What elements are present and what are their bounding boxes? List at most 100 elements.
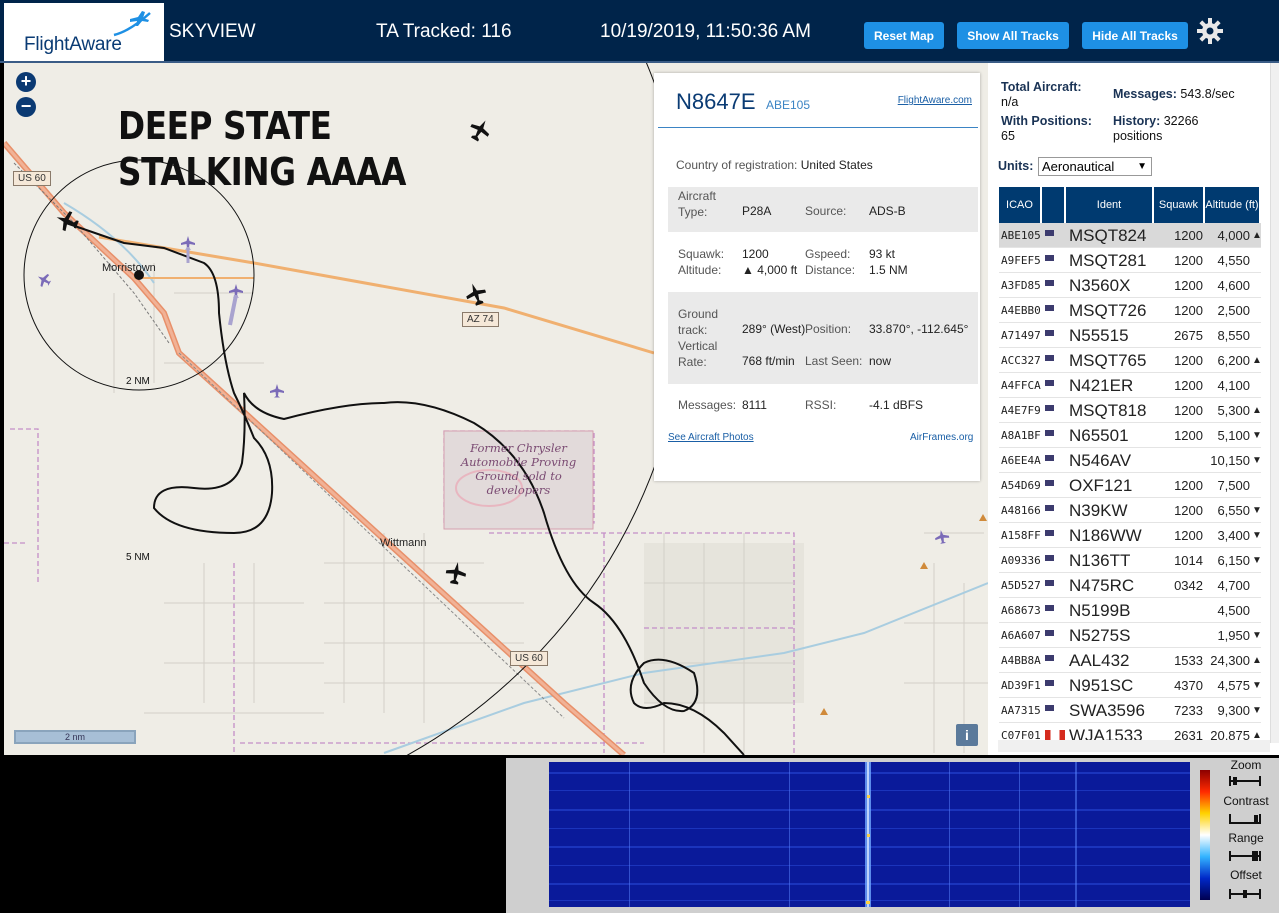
hide-all-tracks-button[interactable]: Hide All Tracks: [1082, 22, 1188, 49]
aircraft-photos-link[interactable]: See Aircraft Photos: [668, 432, 754, 443]
aircraft-ident: ABE105: [766, 98, 811, 112]
ring-label-5nm: 5 NM: [126, 552, 150, 563]
spectrum-area: Zoom Contrast Range Offset: [0, 758, 1279, 913]
messages-stat: Messages: 543.8/sec: [1113, 87, 1235, 101]
altitude-cell: 6,150: [1217, 553, 1250, 568]
table-row[interactable]: A48166 N39KW 1200 6,550 ▼: [999, 498, 1261, 523]
messages-value: 8111: [742, 398, 767, 412]
squawk-cell: 1200: [1174, 503, 1203, 518]
logo-text: FlightAware: [24, 34, 122, 55]
altitude-cell: 3,400: [1217, 528, 1250, 543]
table-row[interactable]: A4FFCA N421ER 1200 4,100: [999, 373, 1261, 398]
contrast-slider-icon[interactable]: [1228, 813, 1262, 825]
vertical-rate-label: Vertical Rate:: [678, 339, 718, 369]
ident-cell: N136TT: [1069, 551, 1131, 570]
ident-cell: N55515: [1069, 326, 1129, 345]
table-row[interactable]: A9FEF5 MSQT281 1200 4,550: [999, 248, 1261, 273]
table-row[interactable]: AD39F1 N951SC 4370 4,575 ▼: [999, 673, 1261, 698]
col-icao[interactable]: ICAO: [999, 187, 1042, 223]
squawk-cell: 1200: [1174, 253, 1203, 268]
table-row[interactable]: A158FF N186WW 1200 3,400 ▼: [999, 523, 1261, 548]
table-row[interactable]: A4EBB0 MSQT726 1200 2,500: [999, 298, 1261, 323]
table-row[interactable]: A68673 N5199B 4,500: [999, 598, 1261, 623]
squawk-cell: 1200: [1174, 428, 1203, 443]
scale-bar: 2 nm: [14, 730, 136, 744]
gear-icon[interactable]: [1196, 17, 1224, 45]
squawk-cell: 1200: [1174, 478, 1203, 493]
icao-cell: A6EE4A: [1001, 454, 1041, 467]
table-row[interactable]: A54D69 OXF121 1200 7,500: [999, 473, 1261, 498]
gspeed-label: Gspeed:: [805, 247, 851, 261]
col-ident[interactable]: Ident: [1066, 187, 1154, 223]
table-row[interactable]: A5D527 N475RC 0342 4,700: [999, 573, 1261, 598]
ident-cell: N5199B: [1069, 601, 1131, 620]
table-row[interactable]: ABE105 MSQT824 1200 4,000 ▲: [999, 223, 1261, 248]
flag-canada-icon: [1045, 730, 1065, 740]
table-row[interactable]: A71497 N55515 2675 8,550: [999, 323, 1261, 348]
table-row[interactable]: A4E7F9 MSQT818 1200 5,300 ▲: [999, 398, 1261, 423]
icao-cell: A8A1BF: [1001, 429, 1041, 442]
contrast-control-label: Contrast: [1223, 794, 1269, 808]
icao-cell: ABE105: [1001, 229, 1041, 242]
ident-cell: MSQT824: [1069, 226, 1147, 245]
distance-value: 1.5 NM: [869, 263, 908, 277]
range-control-label: Range: [1228, 831, 1264, 845]
altitude-cell: 4,600: [1217, 278, 1250, 293]
trend-arrow-icon: ▼: [1252, 430, 1261, 441]
squawk-cell: 1200: [1174, 228, 1203, 243]
ident-cell: N475RC: [1069, 576, 1135, 595]
panel-scrollbar[interactable]: [1270, 63, 1279, 743]
altitude-label: Altitude:: [678, 263, 722, 277]
altitude-cell: 4,550: [1217, 253, 1250, 268]
altitude-cell: 4,100: [1217, 378, 1250, 393]
altitude-cell: 10,150: [1210, 453, 1250, 468]
app-title: SKYVIEW: [169, 21, 256, 42]
info-icon[interactable]: i: [956, 724, 978, 746]
trend-arrow-icon: ▼: [1252, 555, 1261, 566]
offset-slider-icon[interactable]: [1228, 888, 1262, 900]
table-row[interactable]: A6EE4A N546AV 10,150 ▼: [999, 448, 1261, 473]
zoom-in-button[interactable]: +: [16, 72, 36, 92]
altitude-cell: 5,100: [1217, 428, 1250, 443]
table-row[interactable]: A3FD85 N3560X 1200 4,600: [999, 273, 1261, 298]
icao-cell: A54D69: [1001, 479, 1041, 492]
ident-cell: N5275S: [1069, 626, 1131, 645]
show-all-tracks-button[interactable]: Show All Tracks: [957, 22, 1069, 49]
flightaware-logo[interactable]: FlightAware: [4, 3, 164, 61]
trend-arrow-icon: ▲: [1252, 655, 1261, 666]
panel-horizontal-scrollbar[interactable]: [998, 740, 1270, 752]
caption-line-2: STALKING AAAA: [118, 150, 407, 194]
flightaware-link[interactable]: FlightAware.com: [898, 95, 972, 106]
icao-cell: A48166: [1001, 504, 1041, 517]
aircraft-panel: Total Aircraft: n/a Messages: 543.8/sec …: [988, 63, 1279, 755]
altitude-value: ▲ 4,000 ft: [742, 263, 798, 277]
waterfall-display: [549, 762, 1190, 907]
table-row[interactable]: A6A607 N5275S 1,950 ▼: [999, 623, 1261, 648]
units-select[interactable]: Aeronautical ▼: [1038, 157, 1152, 176]
zoom-slider-icon[interactable]: [1228, 775, 1262, 787]
col-squawk[interactable]: Squawk: [1154, 187, 1205, 223]
squawk-cell: 2675: [1174, 328, 1203, 343]
squawk-cell: 1200: [1174, 278, 1203, 293]
table-row[interactable]: A4BB8A AAL432 1533 24,300 ▲: [999, 648, 1261, 673]
source-label: Source:: [805, 204, 847, 218]
col-flag[interactable]: [1042, 187, 1066, 223]
range-slider-icon[interactable]: [1228, 850, 1262, 862]
squawk-cell: 1200: [1174, 353, 1203, 368]
table-row[interactable]: C07F01 WJA1533 2631 20,875 ▲: [999, 723, 1261, 740]
ident-cell: WJA1533: [1069, 726, 1143, 740]
trend-arrow-icon: ▲: [1252, 230, 1261, 241]
ident-cell: N39KW: [1069, 501, 1128, 520]
table-row[interactable]: AA7315 SWA3596 7233 9,300 ▼: [999, 698, 1261, 723]
reset-map-button[interactable]: Reset Map: [864, 22, 944, 49]
table-row[interactable]: A09336 N136TT 1014 6,150 ▼: [999, 548, 1261, 573]
col-altitude[interactable]: Altitude (ft): [1205, 187, 1261, 223]
zoom-out-button[interactable]: −: [16, 97, 36, 117]
table-row[interactable]: A8A1BF N65501 1200 5,100 ▼: [999, 423, 1261, 448]
aircraft-type-label: Aircraft Type:: [678, 189, 717, 219]
airframes-link[interactable]: AirFrames.org: [910, 432, 973, 443]
ident-cell: MSQT726: [1069, 301, 1147, 320]
table-row[interactable]: ACC327 MSQT765 1200 6,200 ▲: [999, 348, 1261, 373]
ring-label-2nm: 2 NM: [126, 376, 150, 387]
icao-cell: A71497: [1001, 329, 1041, 342]
